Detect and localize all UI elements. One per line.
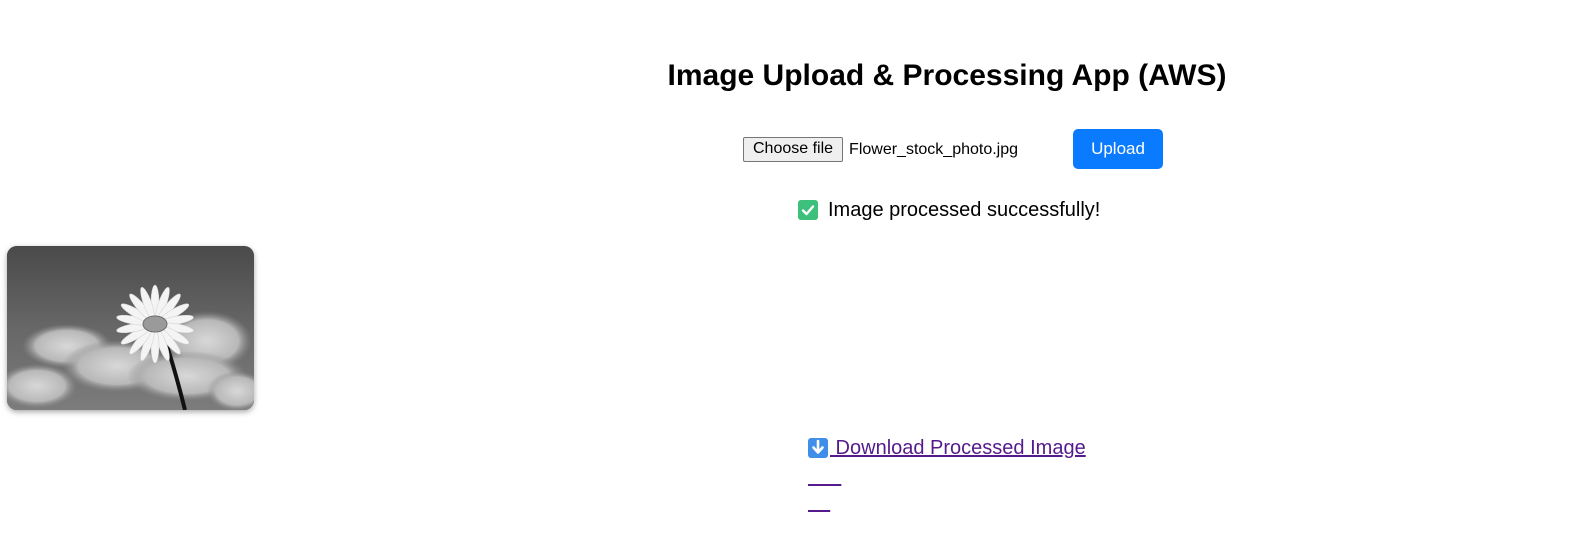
processed-image-preview — [7, 246, 254, 410]
app-page: Image Upload & Processing App (AWS) Choo… — [0, 0, 1585, 538]
choose-file-button[interactable]: Choose file — [743, 136, 844, 162]
download-link-label: Download Processed Image — [830, 437, 1086, 459]
file-input[interactable]: Choose file Flower_stock_photo.jpg — [743, 136, 1018, 162]
status-message: Image processed successfully! — [798, 198, 1100, 222]
status-text: Image processed successfully! — [828, 198, 1101, 221]
down-arrow-icon — [808, 438, 828, 458]
page-title: Image Upload & Processing App (AWS) — [667, 59, 1227, 92]
upload-button[interactable]: Upload — [1073, 129, 1163, 169]
flower-image — [7, 246, 254, 410]
selected-file-name: Flower_stock_photo.jpg — [849, 140, 1019, 158]
check-mark-icon — [798, 200, 818, 220]
download-processed-image-link[interactable]: Download Processed Image — [808, 435, 1086, 461]
